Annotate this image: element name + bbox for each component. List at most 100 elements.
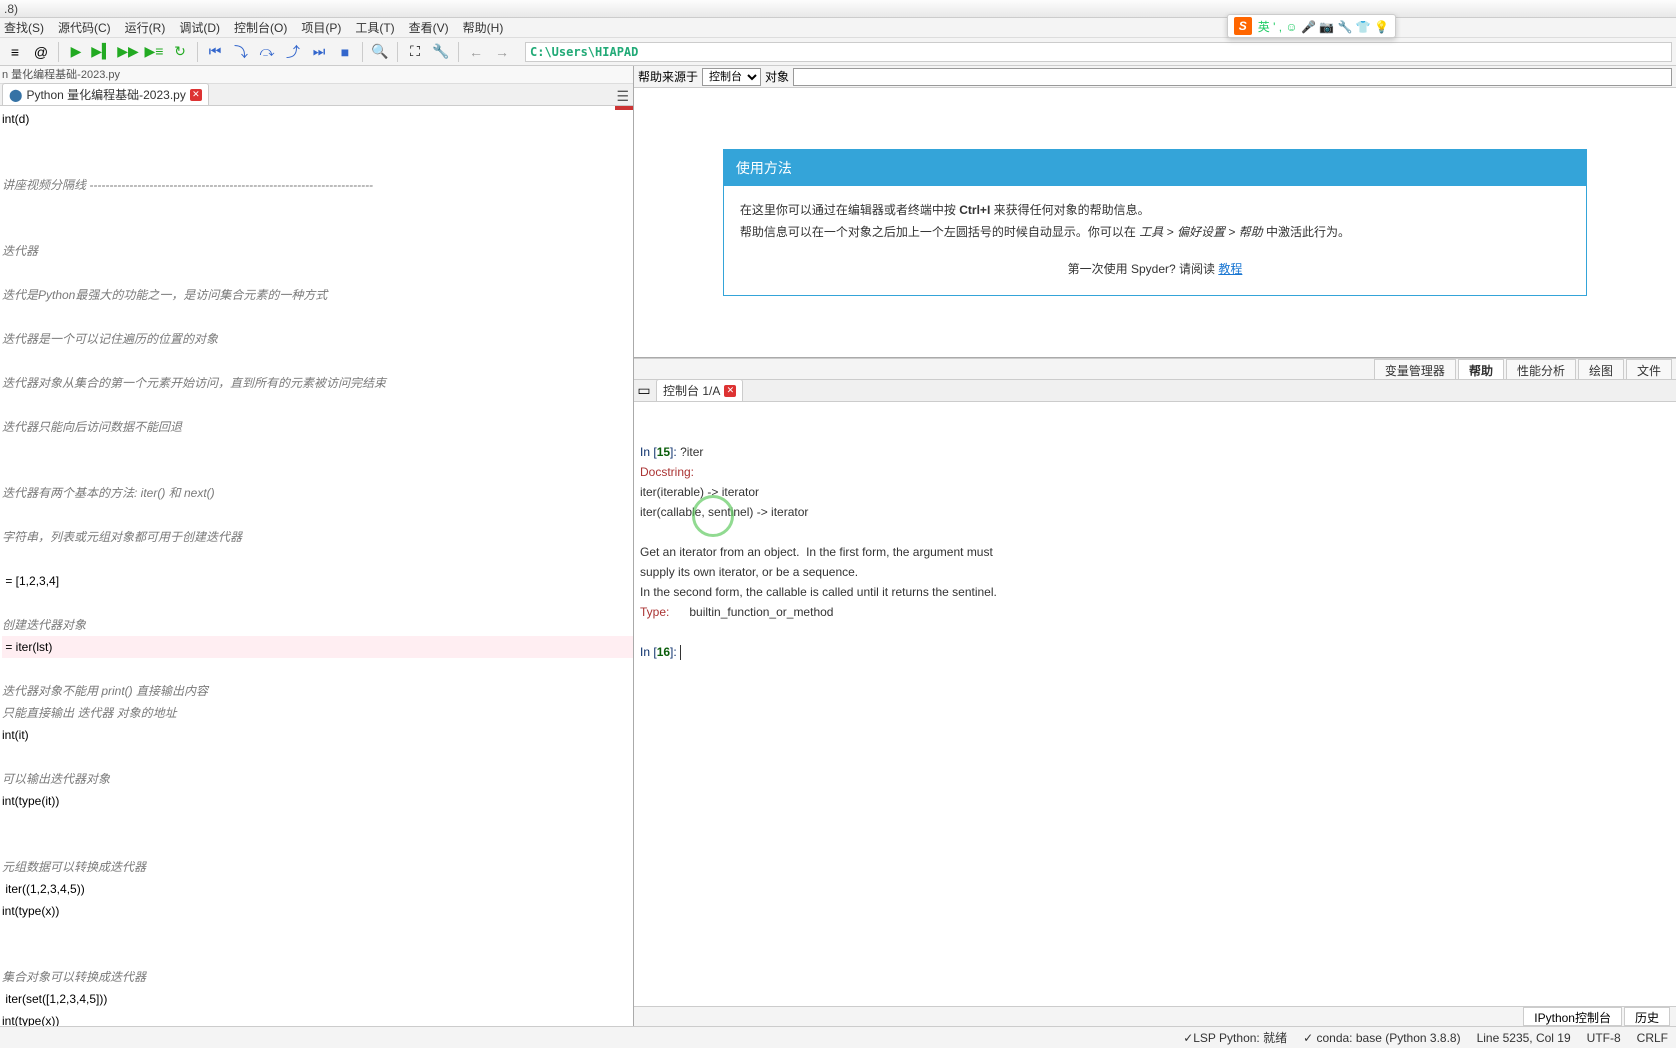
debug-into-icon[interactable]: ⤵ bbox=[230, 41, 252, 63]
code-comment: 只能直接输出 迭代器 对象的地址 bbox=[2, 702, 633, 724]
code-comment: 迭代器是一个可以记住遍历的位置的对象 bbox=[2, 328, 633, 350]
menu-project[interactable]: 项目(P) bbox=[301, 19, 341, 36]
help-text: 中激活此行为。 bbox=[1263, 225, 1350, 239]
menu-view[interactable]: 查看(V) bbox=[409, 19, 449, 36]
statusbar: ✓LSP Python: 就绪 ✓ conda: base (Python 3.… bbox=[0, 1026, 1676, 1048]
help-text: 来获得任何对象的帮助信息。 bbox=[990, 203, 1149, 217]
ipython-console[interactable]: In [ 15]: ?iter Docstring: iter(iterable)… bbox=[634, 402, 1676, 1006]
menu-source[interactable]: 源代码(C) bbox=[58, 19, 111, 36]
debug-continue-icon[interactable]: ⏭ bbox=[308, 41, 330, 63]
help-shortcut: Ctrl+I bbox=[959, 203, 990, 217]
tab-vars[interactable]: 变量管理器 bbox=[1374, 359, 1456, 379]
separator bbox=[397, 42, 398, 62]
tab-profiler[interactable]: 性能分析 bbox=[1506, 359, 1576, 379]
code-line: iter((1,2,3,4,5)) bbox=[2, 882, 85, 896]
editor-pane: n 量化编程基础-2023.py ⬤ Python 量化编程基础-2023.py… bbox=[0, 66, 634, 1026]
console-input: ?iter bbox=[680, 445, 703, 459]
prompt-num: 15 bbox=[657, 445, 670, 459]
debug-out-icon[interactable]: ⤴ bbox=[282, 41, 304, 63]
ime-toolbar[interactable]: S 英 ' , ☺ 🎤 📷 🔧 👕 💡 bbox=[1227, 14, 1396, 38]
code-comment: 迭代器 bbox=[2, 240, 633, 262]
type-val: builtin_function_or_method bbox=[669, 605, 833, 619]
menu-tools[interactable]: 工具(T) bbox=[355, 19, 394, 36]
back-icon[interactable]: ← bbox=[465, 41, 487, 63]
help-path: 工具 > 偏好设置 > 帮助 bbox=[1139, 225, 1262, 239]
separator bbox=[58, 42, 59, 62]
rerun-icon[interactable]: ↻ bbox=[169, 41, 191, 63]
tutorial-link[interactable]: 教程 bbox=[1218, 262, 1242, 276]
help-object-input[interactable] bbox=[793, 68, 1672, 86]
help-pane: 使用方法 在这里你可以通过在编辑器或者终端中按 Ctrl+I 来获得任何对象的帮… bbox=[634, 88, 1676, 358]
editor-tab[interactable]: ⬤ Python 量化编程基础-2023.py ✕ bbox=[2, 83, 209, 105]
code-line-current: = iter(lst) bbox=[2, 640, 52, 654]
help-object-label: 对象 bbox=[765, 68, 789, 85]
tab-ipython[interactable]: IPython控制台 bbox=[1523, 1007, 1622, 1026]
prompt: In [ bbox=[640, 645, 657, 659]
code-comment: 迭代器有两个基本的方法: iter() 和 next() bbox=[2, 482, 633, 504]
code-line: = [1,2,3,4] bbox=[2, 574, 59, 588]
status-encoding[interactable]: UTF-8 bbox=[1587, 1031, 1621, 1045]
debug-stop-icon[interactable]: ■ bbox=[334, 41, 356, 63]
ime-status: 英 ' , ☺ 🎤 📷 🔧 👕 💡 bbox=[1258, 18, 1389, 35]
run-selection-icon[interactable]: ▶≡ bbox=[143, 41, 165, 63]
code-comment: 集合对象可以转换成迭代器 bbox=[2, 966, 633, 988]
close-icon[interactable]: ✕ bbox=[724, 385, 736, 397]
menu-debug[interactable]: 调试(D) bbox=[179, 19, 220, 36]
breadcrumb: n 量化编程基础-2023.py bbox=[0, 66, 633, 84]
tab-plots[interactable]: 绘图 bbox=[1578, 359, 1624, 379]
code-comment: 元组数据可以转换成迭代器 bbox=[2, 856, 633, 878]
editor-tabbar: ⬤ Python 量化编程基础-2023.py ✕ ☰ bbox=[0, 84, 633, 106]
toolbar: ≡ @ ▶ ▶▍ ▶▶ ▶≡ ↻ ⏮ ⤵ ⤼ ⤴ ⏭ ■ 🔍 ⛶ 🔧 ← → C… bbox=[0, 38, 1676, 66]
cursor bbox=[680, 645, 681, 660]
code-editor[interactable]: int(d) 讲座视频分隔线 -------------------------… bbox=[0, 106, 633, 1026]
prompt-num: 16 bbox=[657, 645, 670, 659]
code-line: int(type(x)) bbox=[2, 1014, 59, 1026]
console-tabbar: ▭ 控制台 1/A ✕ bbox=[634, 380, 1676, 402]
run-cell-icon[interactable]: ▶▍ bbox=[91, 41, 113, 63]
status-line-col[interactable]: Line 5235, Col 19 bbox=[1477, 1031, 1571, 1045]
help-text: 在这里你可以通过在编辑器或者终端中按 bbox=[740, 203, 959, 217]
tab-history[interactable]: 历史 bbox=[1624, 1007, 1670, 1026]
help-title: 使用方法 bbox=[724, 150, 1586, 186]
doc-text: iter(iterable) -> iterator bbox=[640, 485, 759, 499]
console-options-icon[interactable]: ▭ bbox=[634, 379, 654, 401]
type-key: Type: bbox=[640, 605, 669, 619]
doc-key: Docstring: bbox=[640, 465, 694, 479]
status-conda[interactable]: ✓ conda: base (Python 3.8.8) bbox=[1303, 1031, 1460, 1045]
code-line: int(type(it)) bbox=[2, 794, 59, 808]
status-lsp: ✓LSP Python: 就绪 bbox=[1183, 1029, 1287, 1046]
maximize-icon[interactable]: ⛶ bbox=[404, 41, 426, 63]
console-bottom-tabs: IPython控制台 历史 bbox=[634, 1006, 1676, 1026]
run-cell-advance-icon[interactable]: ▶▶ bbox=[117, 41, 139, 63]
prompt: ]: bbox=[670, 445, 680, 459]
separator bbox=[458, 42, 459, 62]
menu-help[interactable]: 帮助(H) bbox=[463, 19, 504, 36]
outdent-icon[interactable]: ≡ bbox=[4, 41, 26, 63]
tab-files[interactable]: 文件 bbox=[1626, 359, 1672, 379]
menu-run[interactable]: 运行(R) bbox=[125, 19, 166, 36]
tab-label: 控制台 1/A bbox=[663, 382, 720, 399]
tab-help[interactable]: 帮助 bbox=[1458, 359, 1504, 379]
doc-text: supply its own iterator, or be a sequenc… bbox=[640, 565, 858, 579]
help-source-combo[interactable]: 控制台 bbox=[702, 68, 761, 86]
menu-console[interactable]: 控制台(O) bbox=[234, 19, 287, 36]
console-tab[interactable]: 控制台 1/A ✕ bbox=[656, 379, 743, 401]
help-text: 帮助信息可以在一个对象之后加上一个左圆括号的时候自动显示。你可以在 bbox=[740, 225, 1139, 239]
find-icon[interactable]: 🔍 bbox=[369, 41, 391, 63]
close-icon[interactable]: ✕ bbox=[190, 89, 202, 101]
menu-find[interactable]: 查找(S) bbox=[4, 19, 44, 36]
hamburger-icon[interactable]: ☰ bbox=[616, 88, 629, 105]
code-comment: 迭代器只能向后访问数据不能回退 bbox=[2, 416, 633, 438]
forward-icon[interactable]: → bbox=[491, 41, 513, 63]
debug-over-icon[interactable]: ⤼ bbox=[256, 41, 278, 63]
at-icon[interactable]: @ bbox=[30, 41, 52, 63]
scroll-marker bbox=[615, 106, 633, 116]
working-dir-path[interactable]: C:\Users\HIAPAD bbox=[525, 42, 1672, 62]
code-line: iter(set([1,2,3,4,5])) bbox=[2, 992, 107, 1006]
settings-icon[interactable]: 🔧 bbox=[430, 41, 452, 63]
help-toolbar: 帮助来源于 控制台 对象 bbox=[634, 66, 1676, 88]
run-icon[interactable]: ▶ bbox=[65, 41, 87, 63]
window-title: .8) bbox=[4, 2, 18, 16]
status-eol[interactable]: CRLF bbox=[1637, 1031, 1668, 1045]
debug-step-icon[interactable]: ⏮ bbox=[204, 41, 226, 63]
